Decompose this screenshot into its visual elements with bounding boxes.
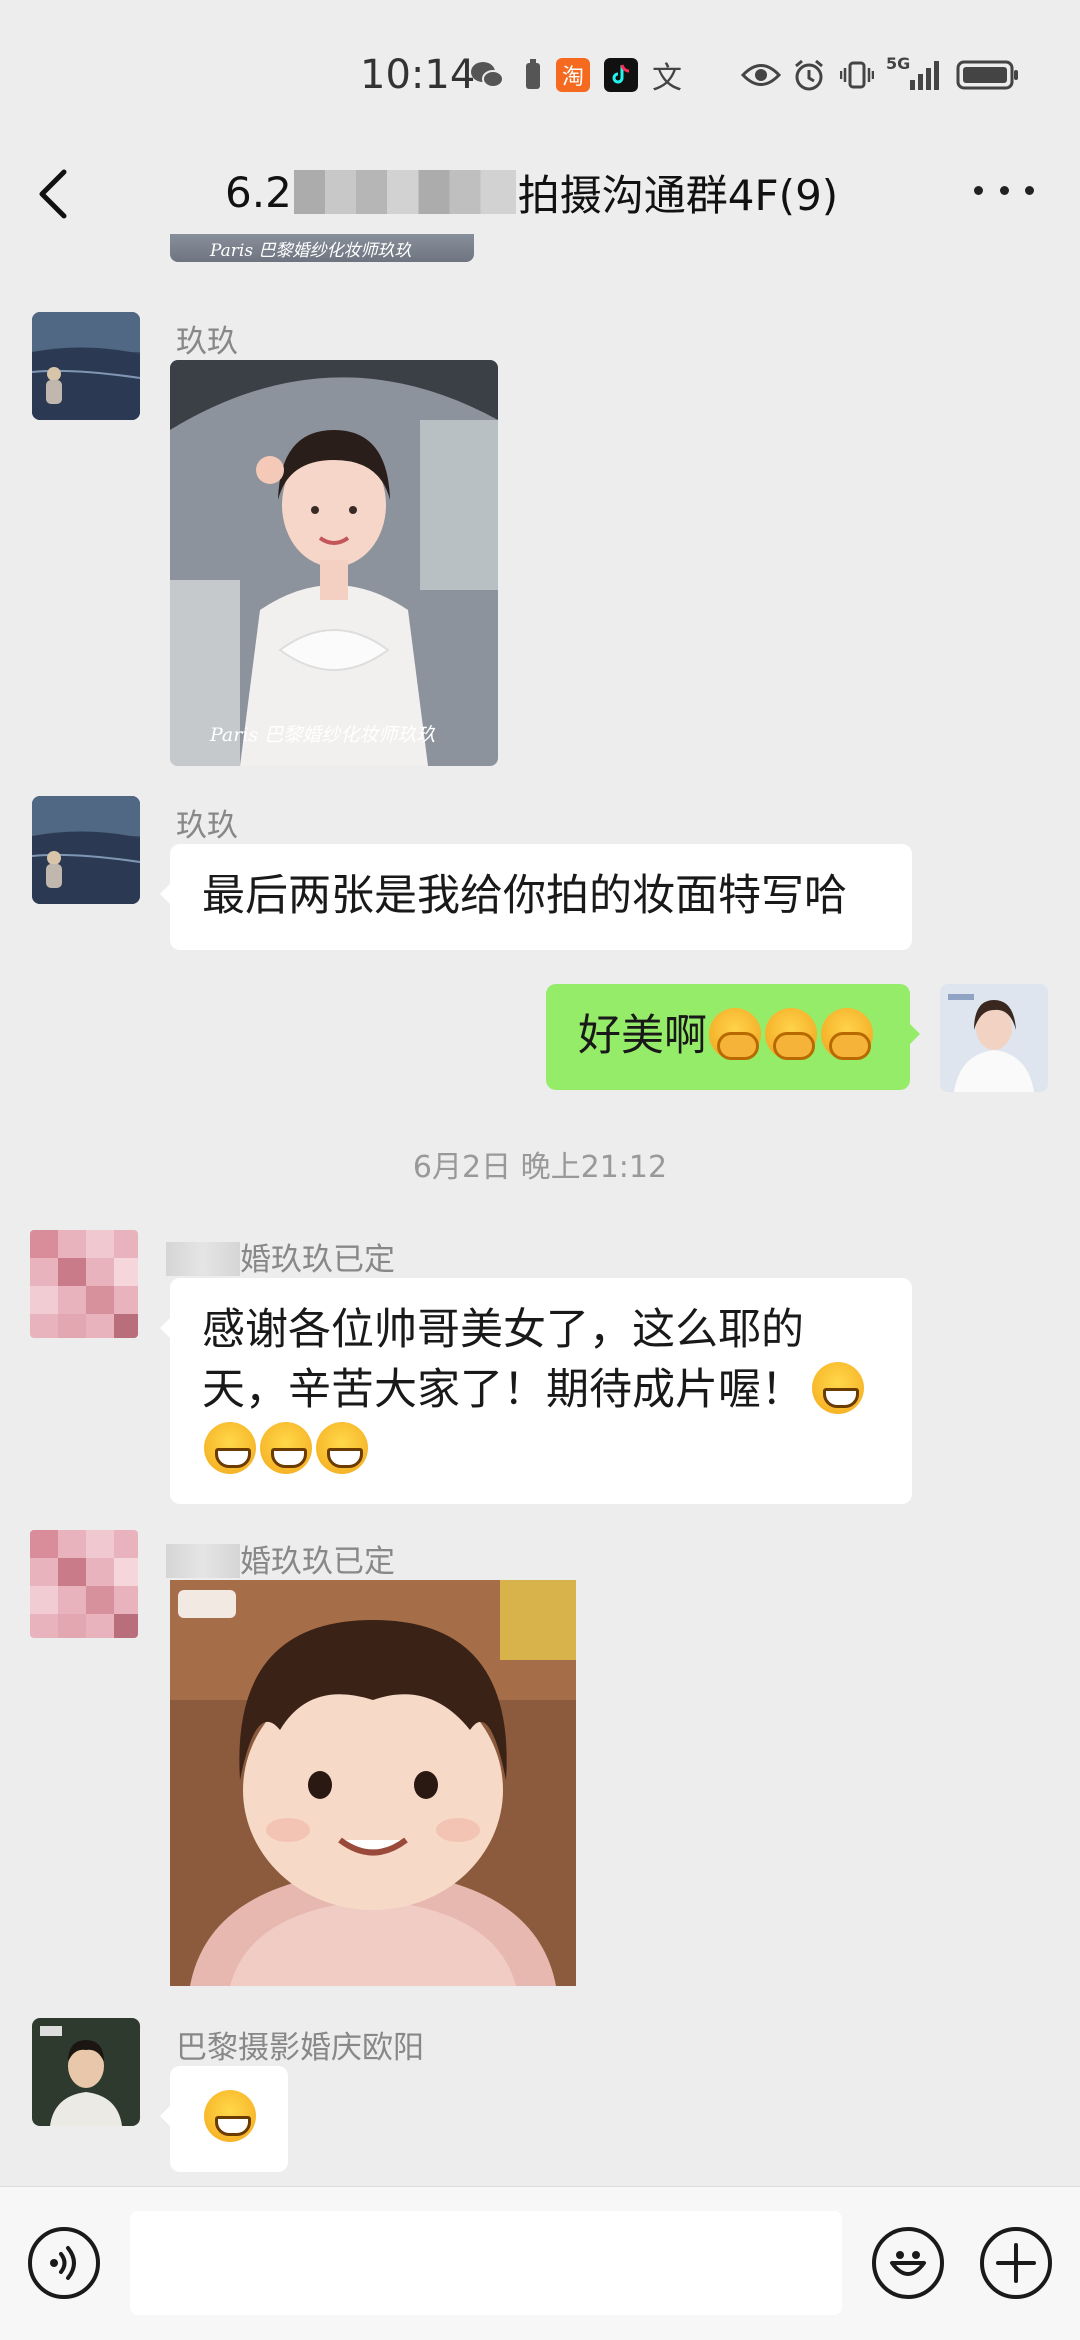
shy-face-emoji-icon (709, 1008, 761, 1060)
grin-emoji-icon (260, 1422, 312, 1474)
chat-title: 6.2 拍摄沟通群4F(9) (225, 160, 838, 224)
sender-name: 玖玖 (176, 324, 238, 360)
status-bar: 10:14 淘 文 5G (0, 0, 1080, 150)
battery-saver-icon (516, 58, 550, 92)
shy-face-emoji-icon (765, 1008, 817, 1060)
vibrate-icon (840, 58, 874, 92)
plus-icon (996, 2243, 1036, 2283)
text-message[interactable]: 最后两张是我给你拍的妆面特写哈 (160, 844, 912, 950)
grin-emoji-icon (204, 2090, 256, 2142)
shy-face-emoji-icon (821, 1008, 873, 1060)
avatar[interactable] (32, 796, 140, 904)
photo-watermark: Paris 巴黎婚纱化妆师玖玖 (210, 241, 412, 261)
sender-name: 巴黎摄影婚庆欧阳 (176, 2030, 424, 2066)
translate-icon: 文 (652, 61, 682, 96)
redacted-mosaic (293, 170, 516, 214)
sticker-message[interactable] (170, 1580, 576, 1986)
text-message[interactable]: 感谢各位帅哥美女了，这么耶的 天，辛苦大家了！期待成片喔！ (160, 1278, 912, 1504)
grin-emoji-icon (316, 1422, 368, 1474)
message-input[interactable] (130, 2211, 842, 2315)
grin-emoji-icon (204, 1422, 256, 1474)
input-bar (0, 2186, 1080, 2340)
battery-icon (956, 58, 1020, 92)
more-options-button[interactable] (974, 170, 1034, 210)
message-text-line: 感谢各位帅哥美女了，这么耶的 (202, 1305, 804, 1355)
back-button[interactable] (30, 164, 90, 224)
sender-name: 玖玖 (176, 808, 238, 844)
message-text: 最后两张是我给你拍的妆面特写哈 (202, 871, 847, 921)
alarm-icon (792, 58, 826, 92)
5g-signal-icon: 5G (884, 54, 944, 92)
chat-title-suffix: 拍摄沟通群4F(9) (517, 170, 839, 220)
sender-name: 婚玖玖已定 (166, 1234, 395, 1279)
smiley-icon (890, 2251, 926, 2276)
grin-emoji-icon (812, 1362, 864, 1414)
avatar[interactable] (30, 1230, 138, 1338)
photo-message[interactable]: Paris 巴黎婚纱化妆师玖玖 (170, 360, 498, 766)
emoji-button[interactable] (872, 2227, 944, 2299)
dot-icon (974, 185, 983, 195)
photo-watermark: Paris 巴黎婚纱化妆师玖玖 (210, 724, 436, 746)
dot-icon (1025, 185, 1034, 195)
text-message[interactable] (160, 2066, 288, 2172)
redacted-mosaic (166, 1544, 240, 1578)
my-avatar[interactable] (940, 984, 1048, 1092)
chat-title-prefix: 6.2 (225, 167, 292, 217)
network-label: 5G (886, 54, 911, 73)
wechat-icon (470, 58, 504, 92)
message-list[interactable]: Paris 巴黎婚纱化妆师玖玖 玖玖 Paris 巴黎婚纱化妆师玖玖 玖玖 最后… (0, 234, 1080, 2186)
tiktok-icon (604, 58, 638, 92)
more-functions-button[interactable] (980, 2227, 1052, 2299)
redacted-mosaic (166, 1242, 240, 1276)
eye-icon (740, 58, 782, 92)
photo-message-partial[interactable]: Paris 巴黎婚纱化妆师玖玖 (170, 234, 474, 262)
my-text-message[interactable]: 好美啊 (546, 984, 920, 1090)
timestamp: 6月2日 晚上21:12 (412, 1150, 668, 1185)
message-text: 好美啊 (578, 1011, 707, 1061)
chat-header: 6.2 拍摄沟通群4F(9) (0, 150, 1080, 234)
avatar[interactable] (32, 2018, 140, 2126)
status-time: 10:14 (360, 52, 476, 98)
voice-input-button[interactable] (28, 2227, 100, 2299)
avatar[interactable] (32, 312, 140, 420)
emoji-row (202, 1420, 880, 1480)
sender-name: 婚玖玖已定 (166, 1536, 395, 1581)
avatar[interactable] (30, 1530, 138, 1638)
chevron-left-icon (39, 169, 67, 219)
voice-icon (50, 2246, 76, 2280)
taobao-icon: 淘 (556, 58, 590, 92)
dot-icon (999, 185, 1009, 195)
message-text-line: 天，辛苦大家了！期待成片喔！ (202, 1360, 880, 1420)
